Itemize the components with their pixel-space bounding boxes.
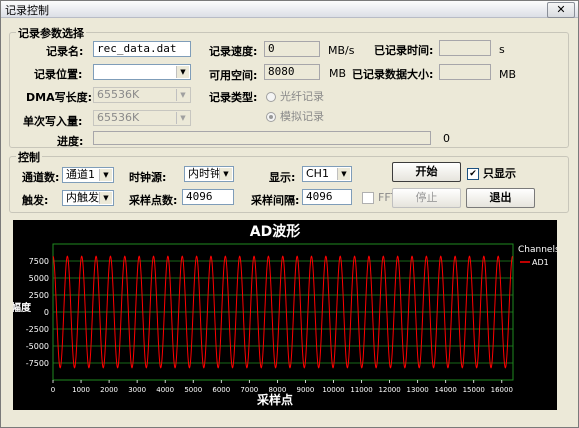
sample-interval-input[interactable]: 4096 [302,189,352,205]
x-tick-label: 15000 [463,386,485,394]
clock-label: 时钟源: [129,171,167,184]
y-tick-label: -2500 [26,325,49,334]
close-button[interactable]: ✕ [547,2,575,18]
record-type-label: 记录类型: [209,91,258,104]
chevron-down-icon[interactable]: ▼ [176,66,189,78]
display-label: 显示: [269,171,296,184]
x-tick-label: 6000 [212,386,230,394]
radio-icon [266,92,276,102]
x-tick-label: 10000 [322,386,344,394]
chevron-down-icon[interactable]: ▼ [99,169,112,181]
free-space-field: 8080 [264,64,320,80]
progress-label: 进度: [57,135,84,148]
chevron-down-icon[interactable]: ▼ [176,112,189,124]
x-tick-label: 14000 [435,386,457,394]
channel-count-label: 通道数: [22,171,60,184]
control-title: 控制 [16,149,42,165]
x-tick-label: 3000 [128,386,146,394]
radio-analog-label: 模拟记录 [280,110,324,123]
sample-points-label: 采样点数: [129,194,178,207]
radio-fiber-record[interactable]: 光纤记录 [266,88,324,104]
single-write-value: 65536K [97,111,140,124]
dma-value: 65536K [97,88,140,101]
stop-button[interactable]: 停止 [392,188,461,208]
x-tick-label: 0 [51,386,55,394]
chart-title: AD波形 [250,223,300,240]
single-write-label: 单次写入量: [23,115,83,128]
free-space-unit: MB [329,67,347,80]
y-tick-label: 2500 [29,291,49,300]
clock-value: 内时钟 [188,167,221,180]
close-icon: ✕ [556,3,566,16]
waveform-chart: AD波形 -7500 -5000 -2500 0 2500 5000 7500 0 1000 20… [11,220,560,410]
speed-label: 记录速度: [209,45,258,58]
speed-unit: MB/s [328,44,355,57]
recorded-size-field [439,64,491,80]
location-label: 记录位置: [34,68,83,81]
title-bar: 记录控制 ✕ [1,1,578,18]
single-write-select[interactable]: 65536K ▼ [93,110,191,126]
legend-label-ad1: AD1 [532,258,549,267]
recorded-time-label: 已记录时间: [374,44,434,57]
dma-label: DMA写长度: [26,91,92,104]
only-display-checkbox[interactable]: ✔ 只显示 [467,165,516,181]
location-select[interactable]: ▼ [93,64,191,80]
chevron-down-icon[interactable]: ▼ [337,168,350,180]
x-axis-label: 采样点 [256,392,293,407]
y-tick-label: 5000 [29,274,49,283]
radio-selected-icon [266,112,276,122]
x-tick-label: 7000 [240,386,258,394]
filename-label: 记录名: [46,45,84,58]
display-value: CH1 [306,167,329,180]
chevron-down-icon[interactable]: ▼ [99,192,112,204]
x-tick-label: 13000 [406,386,428,394]
window-title: 记录控制 [5,4,49,17]
display-select[interactable]: CH1 ▼ [302,166,352,182]
sample-interval-label: 采样间隔: [251,194,300,207]
y-tick-label: -7500 [26,359,49,368]
y-axis-label: 幅度 [13,301,32,314]
waveform-chart-svg: AD波形 -7500 -5000 -2500 0 2500 5000 7500 0 1000 20… [11,223,560,407]
trigger-label: 触发: [22,194,49,207]
channel-count-value: 通道1 [66,168,95,181]
x-tick-label: 2000 [100,386,118,394]
x-tick-label: 1000 [72,386,90,394]
sample-points-input[interactable]: 4096 [182,189,234,205]
trigger-select[interactable]: 内触发 ▼ [62,190,114,206]
record-control-window: 记录控制 ✕ 记录参数选择 记录名: rec_data.dat 记录速度: 0 … [0,0,579,428]
recorded-time-unit: s [499,43,505,56]
recorded-size-label: 已记录数据大小: [352,68,434,81]
checkmark-icon: ✔ [467,168,479,180]
recorded-size-unit: MB [499,68,517,81]
radio-fiber-label: 光纤记录 [280,90,324,103]
record-params-title: 记录参数选择 [16,25,86,41]
clock-select[interactable]: 内时钟 ▼ [184,166,234,182]
x-tick-label: 12000 [378,386,400,394]
channel-count-select[interactable]: 通道1 ▼ [62,167,114,183]
y-tick-label: 7500 [29,257,49,266]
legend-title: Channels [518,245,557,255]
free-space-label: 可用空间: [209,69,258,82]
exit-button[interactable]: 退出 [466,188,535,208]
chevron-down-icon[interactable]: ▼ [219,168,232,180]
recorded-time-field [439,40,491,56]
only-display-label: 只显示 [483,167,516,180]
x-tick-label: 5000 [184,386,202,394]
progress-value: 0 [443,132,450,145]
y-tick-label: 0 [44,308,49,317]
checkbox-icon [362,192,374,204]
x-tick-label: 16000 [491,386,513,394]
radio-analog-record[interactable]: 模拟记录 [266,108,324,124]
start-button[interactable]: 开始 [392,162,461,182]
x-tick-label: 4000 [156,386,174,394]
trigger-value: 内触发 [66,191,99,204]
x-tick-label: 9000 [297,386,315,394]
y-tick-label: -5000 [26,342,49,351]
chevron-down-icon[interactable]: ▼ [176,89,189,101]
filename-input[interactable]: rec_data.dat [93,41,191,57]
dma-select[interactable]: 65536K ▼ [93,87,191,103]
x-tick-label: 11000 [350,386,372,394]
progress-bar [93,131,431,145]
speed-field: 0 [264,41,320,57]
